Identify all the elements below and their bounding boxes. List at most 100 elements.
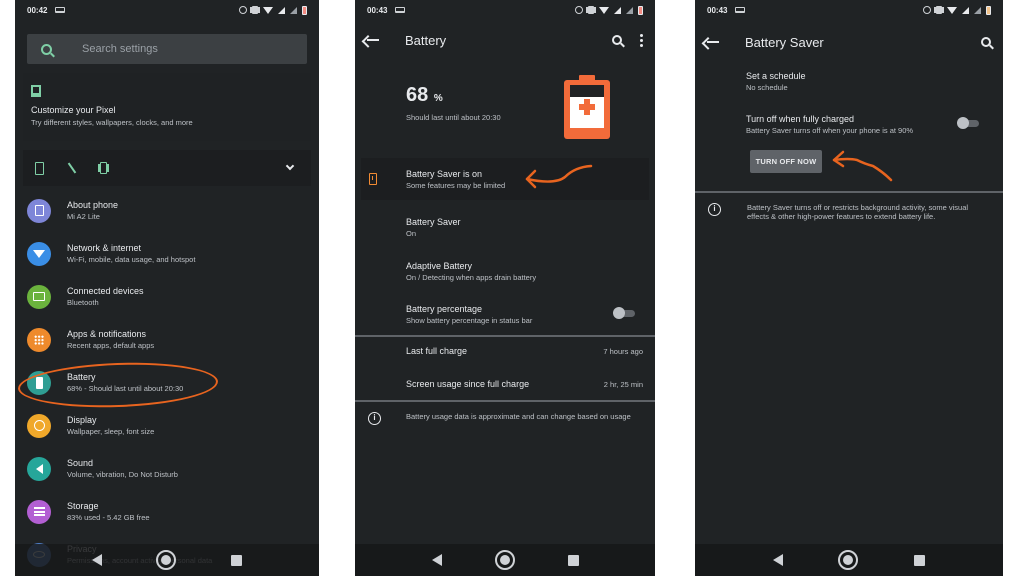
battery-saver-screen: 00:43 Battery Saver Set a schedule No sc… [695,0,1003,576]
conditions-bar[interactable] [23,150,311,186]
wifi-icon [599,6,609,14]
vibrate-icon [588,6,594,14]
customize-card[interactable]: Customize your Pixel Try different style… [23,73,311,141]
home-icon[interactable] [156,550,177,570]
wifi-icon [263,6,273,14]
page-title: Battery [405,32,447,48]
battery-percentage: 68 % [406,84,443,107]
recent-apps-icon[interactable] [914,554,926,566]
row-adaptive-battery[interactable]: Adaptive Battery On / Detecting when app… [406,261,536,282]
turn-off-now-button[interactable]: TURN OFF NOW [750,150,822,173]
info-icon: i [708,203,721,216]
banner-subtitle: Some features may be limited [406,181,506,190]
battery-estimate: Should last until about 20:30 [406,113,501,122]
search-placeholder: Search settings [82,43,158,55]
navigation-bar [355,544,655,576]
battery-icon [302,5,307,15]
setting-subtitle: Bluetooth [67,298,99,307]
vibrate-icon [252,6,258,14]
row-title: Adaptive Battery [406,261,473,271]
home-icon[interactable] [494,550,515,570]
battery-saver-icon[interactable] [35,161,44,175]
search-input[interactable]: Search settings [27,34,307,64]
brightness-icon [27,413,51,438]
laptop-icon [395,7,406,13]
banner-text: Battery Saver is on Some features may be… [406,169,505,190]
app-bar: Battery [355,20,655,60]
apps-icon [27,327,51,352]
setting-about-phone[interactable]: About phone Mi A2 Lite [15,189,319,232]
setting-network[interactable]: Network & internet Wi-Fi, mobile, data us… [15,232,319,275]
divider [695,191,1003,193]
devices-icon [27,284,51,309]
status-bar: 00:43 [355,0,655,20]
setting-title: Display [67,415,97,425]
back-icon[interactable] [431,554,442,566]
search-icon [41,43,52,55]
navigation-bar [15,544,319,576]
row-battery-saver[interactable]: Battery Saver On [406,217,461,238]
setting-connected-devices[interactable]: Connected devices Bluetooth [15,275,319,318]
stat-last-full-charge: Last full charge [406,346,467,356]
signal-icon [962,6,969,14]
vibrate-icon[interactable] [100,162,107,174]
stat-value: 7 hours ago [603,347,643,356]
setting-display[interactable]: Display Wallpaper, sleep, font size [15,404,319,447]
chevron-down-icon[interactable] [285,161,295,171]
laptop-icon [735,7,746,13]
annotation-arrow [525,164,593,189]
percent-sign: % [433,93,443,104]
alarm-icon [575,6,583,14]
setting-apps[interactable]: Apps & notifications Recent apps, default… [15,318,319,361]
setting-subtitle: 83% used - 5.42 GB free [67,513,150,522]
alarm-icon [923,6,931,14]
battery-percentage-toggle[interactable] [613,307,635,319]
status-time: 00:42 [27,5,48,15]
flashlight-off-icon[interactable] [67,162,77,174]
battery-screen: 00:43 Battery 68 % Should last until abo… [355,0,655,576]
turn-off-when-charged-toggle[interactable] [957,117,979,129]
search-icon[interactable] [612,35,622,45]
divider [355,335,655,337]
divider [355,400,655,402]
volume-icon [27,456,51,481]
wifi-icon [947,6,957,14]
setting-title: About phone [67,200,119,210]
setting-sound[interactable]: Sound Volume, vibration, Do Not Disturb [15,447,319,490]
recent-apps-icon[interactable] [567,554,579,566]
row-title: Set a schedule [746,71,806,81]
settings-screen: 00:42 Search settings Customize your Pix… [15,0,319,576]
signal-icon [974,6,981,14]
banner-title: Battery Saver is on [406,169,483,179]
row-turn-off-when-charged[interactable]: Turn off when fully charged Battery Save… [746,114,913,135]
row-subtitle: No schedule [746,83,788,92]
recent-apps-icon[interactable] [230,554,242,566]
stat-label: Screen usage since full charge [406,379,530,389]
status-time: 00:43 [367,5,388,15]
battery-icon [986,5,991,15]
info-text: Battery usage data is approximate and ca… [406,412,631,421]
setting-subtitle: Wi-Fi, mobile, data usage, and hotspot [67,255,196,264]
signal-icon [614,6,621,14]
row-set-schedule[interactable]: Set a schedule No schedule [746,71,806,92]
vibrate-icon [936,6,942,14]
setting-title: Network & internet [67,243,142,253]
stat-label: Last full charge [406,346,468,356]
laptop-icon [55,7,66,13]
back-arrow-icon[interactable] [707,41,719,43]
setting-title: Sound [67,458,94,468]
annotation-arrow [832,150,893,182]
setting-title: Connected devices [67,286,144,296]
back-arrow-icon[interactable] [367,39,379,41]
info-icon: i [368,412,381,425]
setting-storage[interactable]: Storage 83% used - 5.42 GB free [15,490,319,533]
search-icon[interactable] [981,37,991,47]
back-icon[interactable] [92,554,103,566]
status-bar: 00:42 [15,0,319,20]
battery-saver-illustration-icon [564,75,610,139]
more-options-icon[interactable] [640,33,643,47]
back-icon[interactable] [772,554,783,566]
home-icon[interactable] [838,550,859,570]
row-subtitle: On / Detecting when apps drain battery [406,273,537,282]
row-battery-percentage[interactable]: Battery percentage Show battery percenta… [406,304,532,325]
